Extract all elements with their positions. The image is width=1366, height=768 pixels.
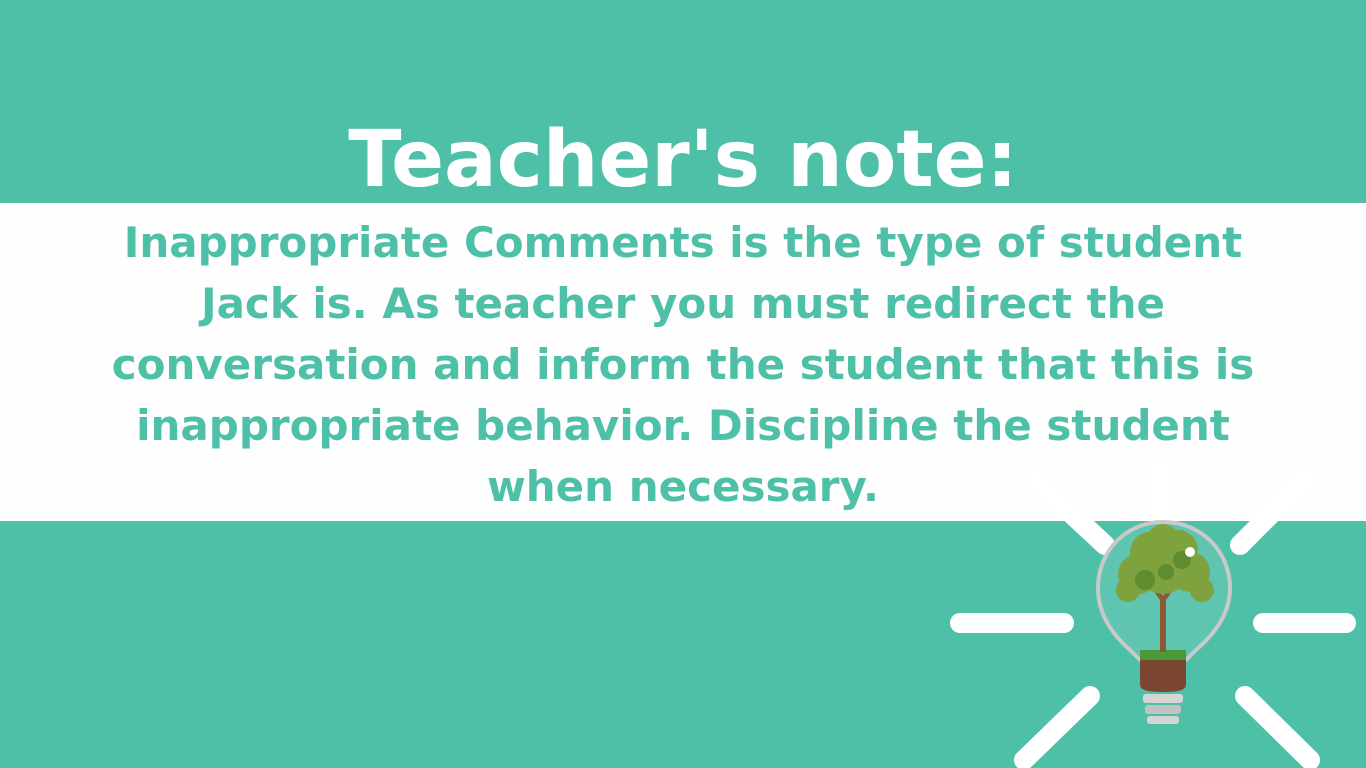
lightbulb-tree-icon xyxy=(940,460,1366,768)
lightbulb-icon xyxy=(1095,519,1233,724)
slide-title: Teacher's note: xyxy=(348,115,1018,205)
slide: Teacher's note: Inappropriate Comments i… xyxy=(0,0,1366,768)
